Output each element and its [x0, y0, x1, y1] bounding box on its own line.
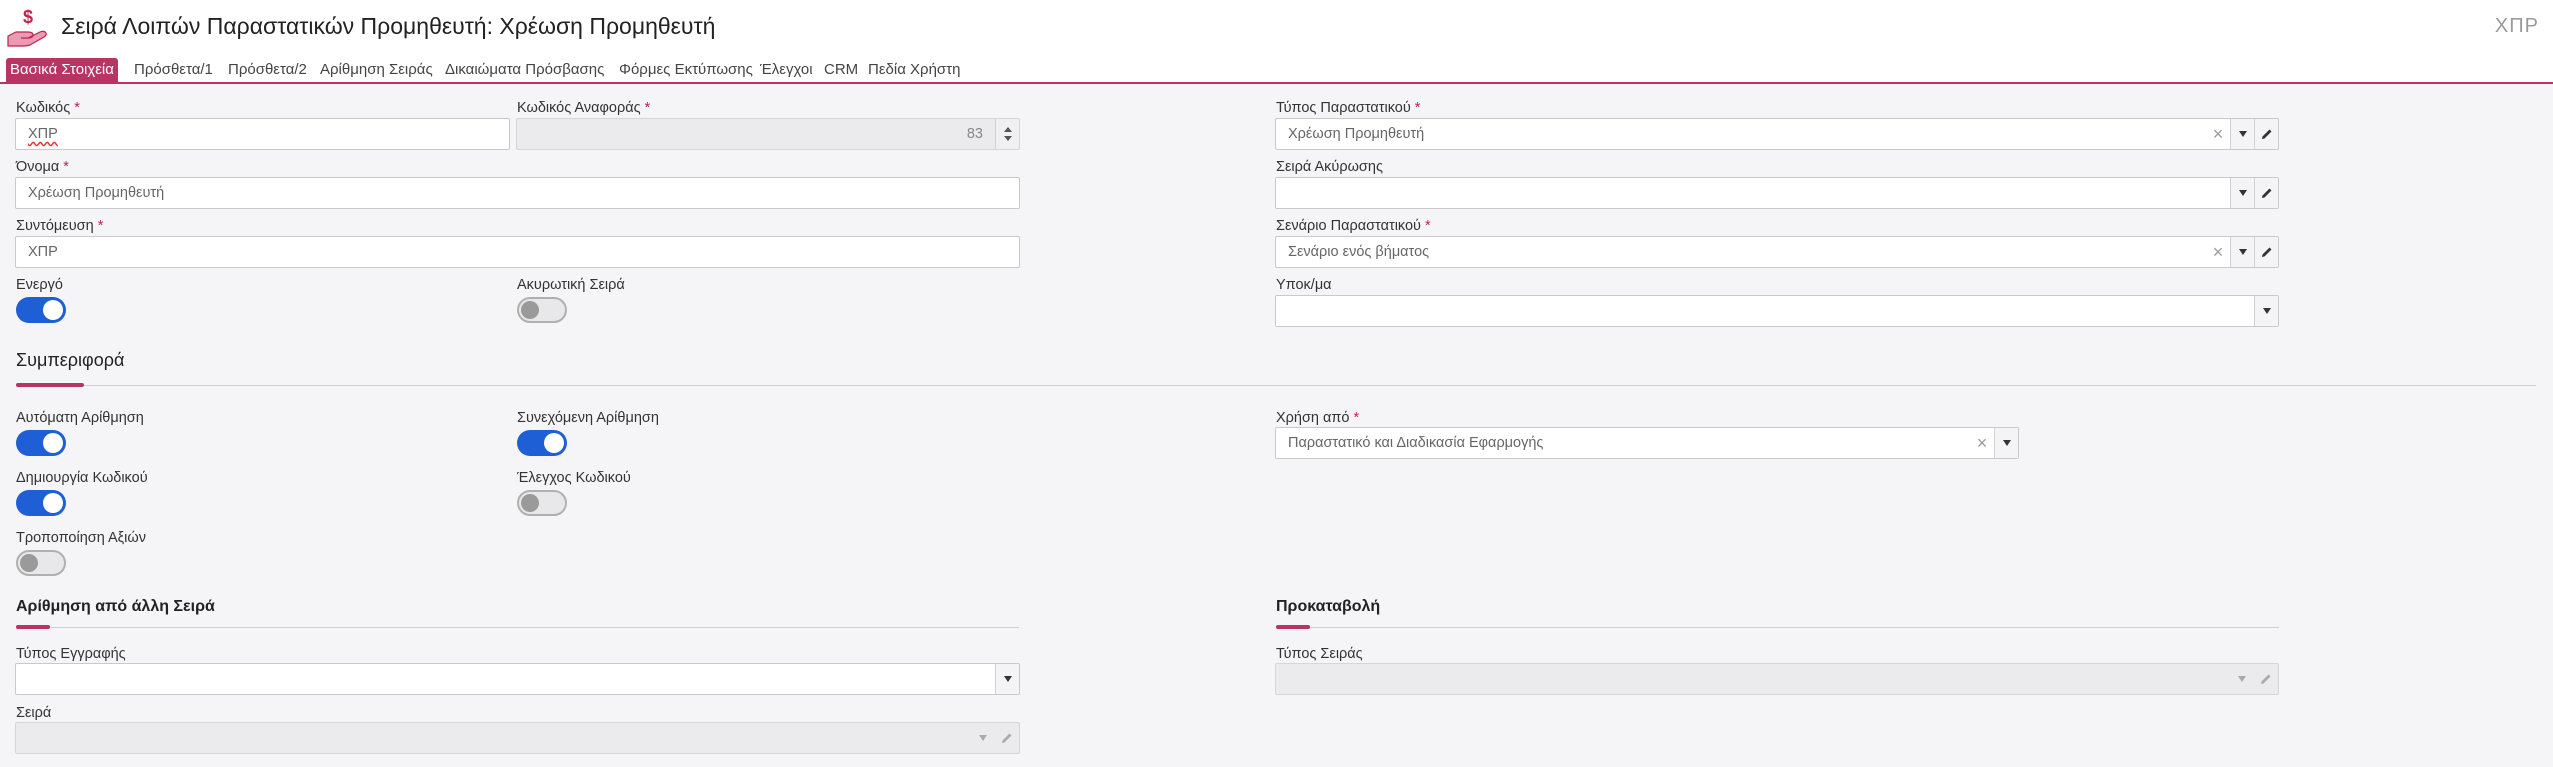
advance-divider [1276, 627, 2279, 628]
edit-icon [995, 723, 1019, 753]
clear-icon[interactable]: × [2206, 237, 2230, 267]
header-series-code: ΧΠΡ [2494, 15, 2539, 37]
record-type-label: Τύπος Εγγραφής [16, 646, 126, 662]
numbering-other-title: Αρίθμηση από άλλη Σειρά [16, 598, 215, 615]
series-select [15, 722, 1020, 754]
stepper-up-icon [1003, 127, 1012, 132]
code-label: Κωδικός * [16, 100, 80, 116]
modify-values-toggle[interactable] [16, 550, 66, 576]
tab-crm[interactable]: CRM [820, 58, 862, 82]
doc-type-label: Τύπος Παραστατικού * [1276, 100, 1421, 116]
active-label: Ενεργό [16, 277, 63, 293]
tab-additional-2[interactable]: Πρόσθετα/2 [224, 58, 311, 82]
name-field[interactable]: Χρέωση Προμηθευτή [15, 177, 1020, 209]
numbering-other-divider [16, 627, 1019, 628]
edit-icon[interactable] [2254, 237, 2278, 267]
behavior-accent [16, 383, 84, 387]
clear-icon[interactable]: × [1970, 428, 1994, 458]
hand-money-icon: $ [7, 7, 47, 47]
used-from-select[interactable]: Παραστατικό και Διαδικασία Εφαρμογής × [1275, 427, 2019, 459]
behavior-section-title: Συμπεριφορά [16, 350, 125, 370]
ref-code-stepper[interactable] [995, 119, 1019, 149]
advance-accent [1276, 625, 1310, 629]
advance-title: Προκαταβολή [1276, 598, 1381, 615]
tab-additional-1[interactable]: Πρόσθετα/1 [130, 58, 217, 82]
modify-values-label: Τροποποίηση Αξιών [16, 530, 146, 546]
auto-num-label: Αυτόματη Αρίθμηση [16, 410, 144, 426]
record-type-select[interactable] [15, 663, 1020, 695]
create-code-toggle[interactable] [16, 490, 66, 516]
doc-type-select[interactable]: Χρέωση Προμηθευτή × [1275, 118, 2279, 150]
tab-print-forms[interactable]: Φόρμες Εκτύπωσης [615, 58, 757, 82]
edit-icon [2254, 664, 2278, 694]
create-code-label: Δημιουργία Κωδικού [16, 470, 148, 486]
clear-icon[interactable]: × [2206, 119, 2230, 149]
edit-icon[interactable] [2254, 178, 2278, 208]
stepper-down-icon [1003, 136, 1012, 141]
ref-code-label: Κωδικός Αναφοράς * [517, 100, 651, 116]
active-toggle[interactable] [16, 297, 66, 323]
numbering-other-accent [16, 625, 50, 629]
check-code-toggle[interactable] [517, 490, 567, 516]
tab-checks[interactable]: Έλεγχοι [756, 58, 817, 82]
behavior-divider [16, 385, 2536, 386]
chevron-down-icon[interactable] [2230, 119, 2254, 149]
short-label: Συντόμευση * [16, 218, 104, 234]
tab-series-numbering[interactable]: Αρίθμηση Σειράς [316, 58, 437, 82]
short-field[interactable]: ΧΠΡ [15, 236, 1020, 268]
series-type-select [1275, 663, 2279, 695]
page-header: $ Σειρά Λοιπών Παραστατικών Προμηθευτή: … [0, 0, 2553, 54]
tab-bar: Βασικά Στοιχεία Πρόσθετα/1 Πρόσθετα/2 Αρ… [0, 54, 2553, 84]
page-title: Σειρά Λοιπών Παραστατικών Προμηθευτή: Χρ… [61, 13, 716, 39]
chevron-down-icon[interactable] [2230, 237, 2254, 267]
chevron-down-icon[interactable] [2230, 178, 2254, 208]
auto-num-toggle[interactable] [16, 430, 66, 456]
series-label: Σειρά [16, 705, 52, 721]
chevron-down-icon[interactable] [2254, 296, 2278, 326]
chevron-down-icon[interactable] [1994, 428, 2018, 458]
ref-code-field: 83 [516, 118, 1020, 150]
cancel-series-toggle[interactable] [517, 297, 567, 323]
branch-select[interactable] [1275, 295, 2279, 327]
check-code-label: Έλεγχος Κωδικού [517, 470, 631, 486]
branch-label: Υποκ/μα [1276, 277, 1332, 293]
series-type-label: Τύπος Σειράς [1276, 646, 1363, 662]
svg-text:$: $ [23, 7, 33, 27]
cancel-ref-select[interactable] [1275, 177, 2279, 209]
cancel-series-label: Ακυρωτική Σειρά [517, 277, 625, 293]
cancel-ref-label: Σειρά Ακύρωσης [1276, 159, 1383, 175]
scenario-select[interactable]: Σενάριο ενός βήματος × [1275, 236, 2279, 268]
used-from-label: Χρήση από * [1276, 410, 1360, 426]
continuous-toggle[interactable] [517, 430, 567, 456]
code-field[interactable]: ΧΠΡ [15, 118, 510, 150]
chevron-down-icon [971, 723, 995, 753]
tab-basic-info[interactable]: Βασικά Στοιχεία [6, 58, 118, 82]
chevron-down-icon[interactable] [995, 664, 1019, 694]
edit-icon[interactable] [2254, 119, 2278, 149]
tab-access-rights[interactable]: Δικαιώματα Πρόσβασης [441, 58, 608, 82]
continuous-label: Συνεχόμενη Αρίθμηση [517, 410, 659, 426]
scenario-label: Σενάριο Παραστατικού * [1276, 218, 1431, 234]
tab-user-fields[interactable]: Πεδία Χρήστη [864, 58, 964, 82]
name-label: Όνομα * [16, 159, 69, 175]
chevron-down-icon [2230, 664, 2254, 694]
